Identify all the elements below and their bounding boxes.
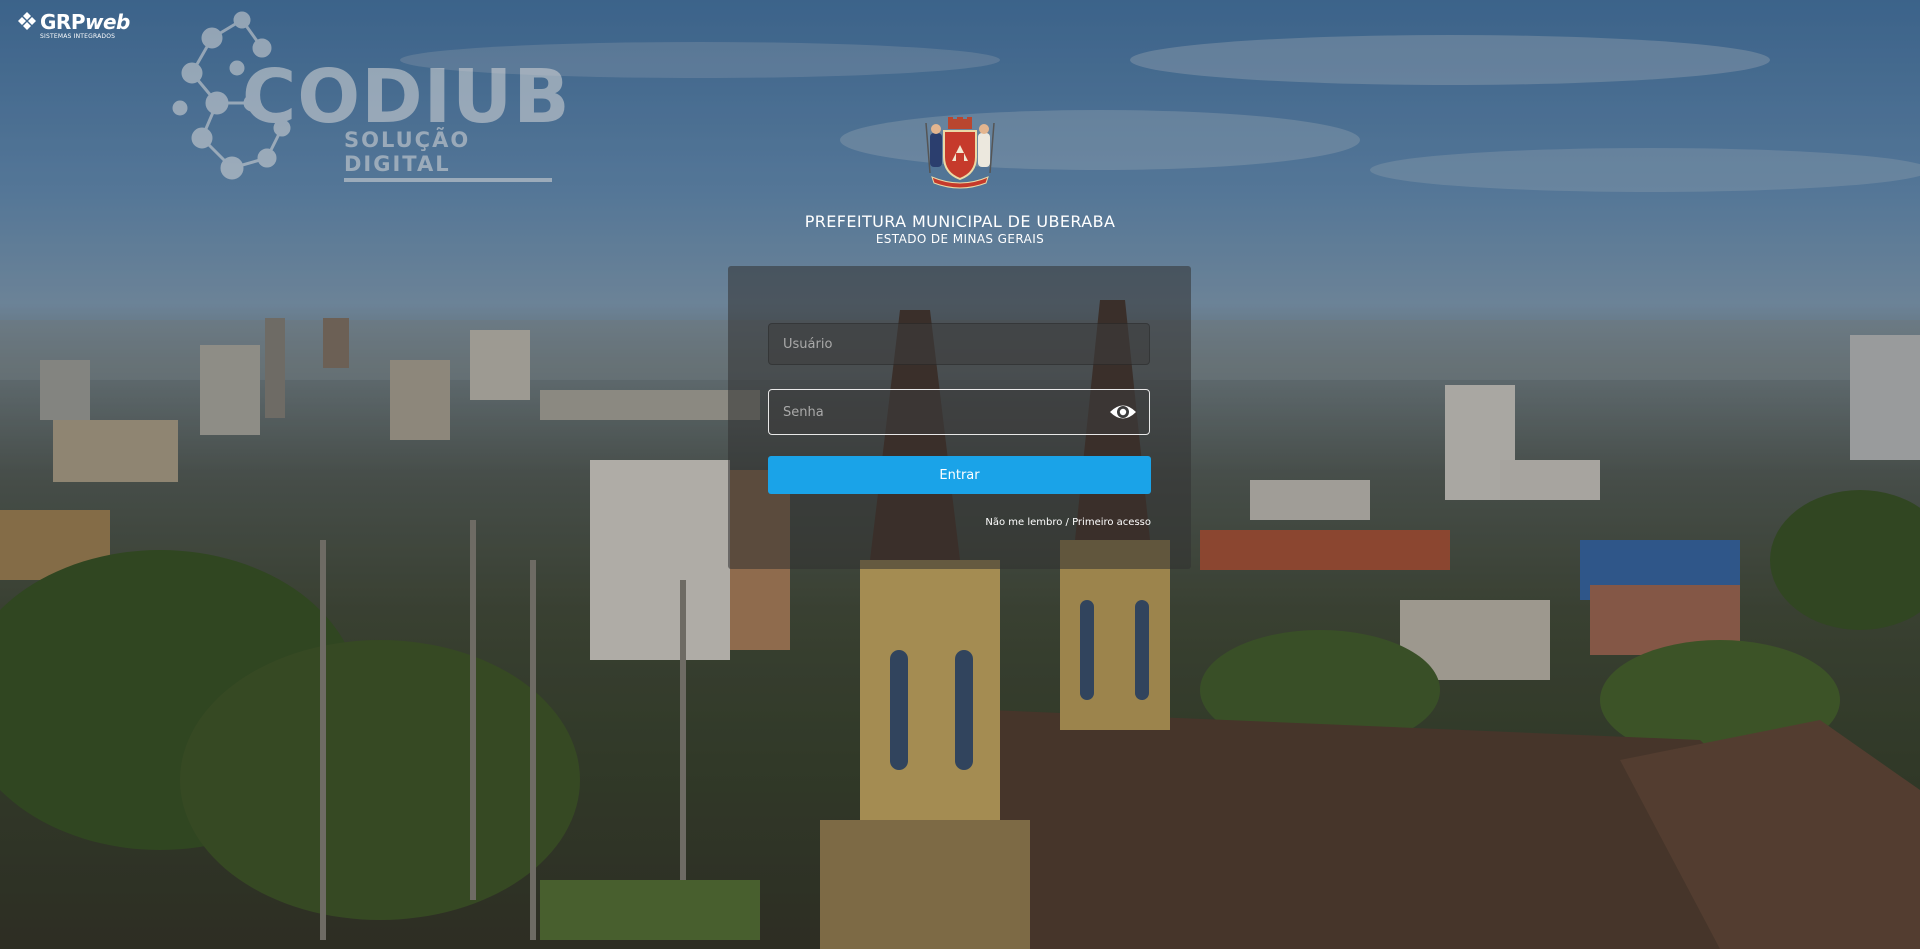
eye-icon[interactable] bbox=[1109, 400, 1137, 424]
username-field-wrapper bbox=[768, 323, 1150, 365]
grp-name-b: web bbox=[84, 10, 130, 34]
login-page: GRPweb SISTEMAS INTEGRADOS CODIUB SOLUÇÃ… bbox=[0, 0, 1920, 949]
diamond-icon bbox=[18, 12, 36, 30]
forgot-password-link[interactable]: Não me lembro / Primeiro acesso bbox=[985, 517, 1151, 528]
coat-of-arms-icon bbox=[925, 117, 995, 189]
codiub-title: CODIUB bbox=[242, 54, 571, 140]
grp-subtitle: SISTEMAS INTEGRADOS bbox=[40, 33, 116, 40]
login-button[interactable]: Entrar bbox=[768, 456, 1151, 494]
username-input[interactable] bbox=[781, 335, 1105, 353]
grpweb-logo: GRPweb SISTEMAS INTEGRADOS bbox=[18, 12, 130, 40]
codiub-logo: CODIUB SOLUÇÃO DIGITAL bbox=[172, 8, 570, 183]
page-title: PREFEITURA MUNICIPAL DE UBERABA bbox=[804, 212, 1116, 231]
codiub-subtitle: SOLUÇÃO DIGITAL bbox=[344, 128, 552, 182]
password-input[interactable] bbox=[781, 403, 1105, 421]
login-form: Entrar Não me lembro / Primeiro acesso bbox=[728, 266, 1191, 569]
grp-name-a: GRP bbox=[40, 10, 85, 34]
password-field-wrapper bbox=[768, 389, 1150, 435]
page-subtitle: ESTADO DE MINAS GERAIS bbox=[875, 232, 1045, 246]
